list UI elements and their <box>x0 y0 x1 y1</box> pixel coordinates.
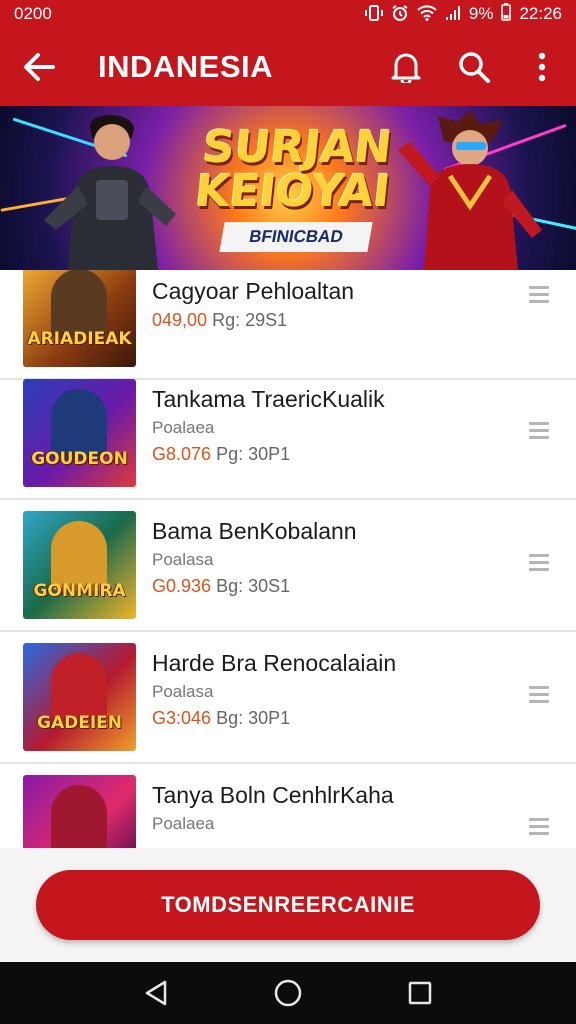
thumbnail-figure <box>51 785 107 848</box>
nav-recents-button[interactable] <box>390 962 450 1024</box>
drag-handle-icon[interactable] <box>529 686 549 710</box>
primary-action-button[interactable]: TOMDSENREERCAINIE <box>36 870 540 940</box>
price-value: G3:046 <box>152 708 212 728</box>
game-name: Cagyoar Pehloaltan <box>152 278 355 304</box>
promo-banner[interactable]: SURJAN KEIOYAI BFINICBAD <box>0 106 576 270</box>
page-title: INDANESIA <box>98 49 274 84</box>
nav-home-icon <box>274 979 302 1007</box>
hero-left-illustration <box>44 115 176 270</box>
thumbnail-label: ARIADIEAK <box>27 329 132 349</box>
bell-icon <box>391 53 421 83</box>
status-icons: 9% 22:26 <box>364 2 562 26</box>
system-navigation-bar <box>0 962 576 1024</box>
game-subtitle: Poalaea <box>152 418 215 437</box>
game-thumbnail: GOUDEON <box>23 379 136 487</box>
nav-back-icon <box>145 980 167 1006</box>
price-meta: Bg: 30P1 <box>216 708 291 728</box>
list-item[interactable]: GOUDEON Tankama TraericKualik Poalaea G8… <box>0 368 576 500</box>
game-thumbnail <box>23 775 136 848</box>
more-options-button[interactable] <box>508 28 576 106</box>
game-name: Tanya Boln CenhlrKaha <box>152 782 394 808</box>
hero-right-illustration <box>398 110 542 270</box>
alarm-icon <box>391 4 409 25</box>
list-item[interactable]: ARIADIEAK Cagyoar Pehloaltan 049,00 Rg: … <box>0 270 576 380</box>
price-meta: Bg: 30S1 <box>216 576 291 596</box>
price-meta: Pg: 30P1 <box>216 444 291 464</box>
list-item[interactable]: GONMIRA Bama BenKobalann Poalasa G0.936 … <box>0 500 576 632</box>
list-item[interactable]: GADEIEN Harde Bra Renocalaiain Poalasa G… <box>0 632 576 764</box>
status-bar: 0200 9% 22:26 <box>0 0 576 28</box>
game-name: Harde Bra Renocalaiain <box>152 650 397 676</box>
game-thumbnail: ARIADIEAK <box>23 270 136 367</box>
status-time-left: 0200 <box>14 4 52 23</box>
back-button[interactable] <box>0 28 78 106</box>
more-vert-icon <box>538 52 546 82</box>
game-subtitle: Poalasa <box>152 682 214 701</box>
battery-icon <box>501 2 512 26</box>
drag-handle-icon[interactable] <box>529 286 549 310</box>
thumbnail-label: GOUDEON <box>31 449 128 469</box>
drag-handle-icon[interactable] <box>529 818 549 842</box>
game-thumbnail: GADEIEN <box>23 643 136 751</box>
notifications-button[interactable] <box>372 28 440 106</box>
game-thumbnail: GONMIRA <box>23 511 136 619</box>
game-subtitle: Poalaea <box>152 814 215 833</box>
signal-icon <box>445 5 461 24</box>
banner-title-line1: SURJAN <box>200 122 395 173</box>
vibrate-icon <box>364 4 383 24</box>
nav-back-button[interactable] <box>126 962 186 1024</box>
banner-title: SURJAN KEIOYAI <box>185 122 404 217</box>
game-subtitle: Poalasa <box>152 550 214 569</box>
price-value: G8.076 <box>152 444 212 464</box>
game-list: ARIADIEAK Cagyoar Pehloaltan 049,00 Rg: … <box>0 270 576 848</box>
battery-level: 9% <box>468 4 494 23</box>
nav-recents-icon <box>408 981 432 1005</box>
drag-handle-icon[interactable] <box>529 422 549 446</box>
game-name: Bama BenKobalann <box>152 518 357 544</box>
wifi-icon <box>417 4 437 24</box>
app-bar: INDANESIA <box>0 28 576 106</box>
back-arrow-icon <box>24 53 55 81</box>
game-price: 049,00 Rg: 29S1 <box>152 310 287 331</box>
thumbnail-label: GADEIEN <box>37 713 122 733</box>
nav-home-button[interactable] <box>258 962 318 1024</box>
banner-title-line2: KEIOYAI <box>192 166 393 217</box>
price-value: G0.936 <box>152 576 212 596</box>
game-price: G0.936 Bg: 30S1 <box>152 576 290 597</box>
game-price: G3:046 Bg: 30P1 <box>152 708 290 729</box>
banner-subtitle: BFINICBAD <box>219 222 373 252</box>
drag-handle-icon[interactable] <box>529 554 549 578</box>
price-value: 049,00 <box>152 310 208 330</box>
status-clock: 22:26 <box>519 4 562 23</box>
game-name: Tankama TraericKualik <box>152 386 385 412</box>
price-meta: Rg: 29S1 <box>212 310 288 330</box>
bottom-action-area: TOMDSENREERCAINIE <box>0 848 576 962</box>
game-price: G8.076 Pg: 30P1 <box>152 444 290 465</box>
list-item[interactable]: Tanya Boln CenhlrKaha Poalaea <box>0 764 576 848</box>
thumbnail-label: GONMIRA <box>33 581 126 601</box>
search-icon <box>459 52 490 83</box>
search-button[interactable] <box>440 28 508 106</box>
